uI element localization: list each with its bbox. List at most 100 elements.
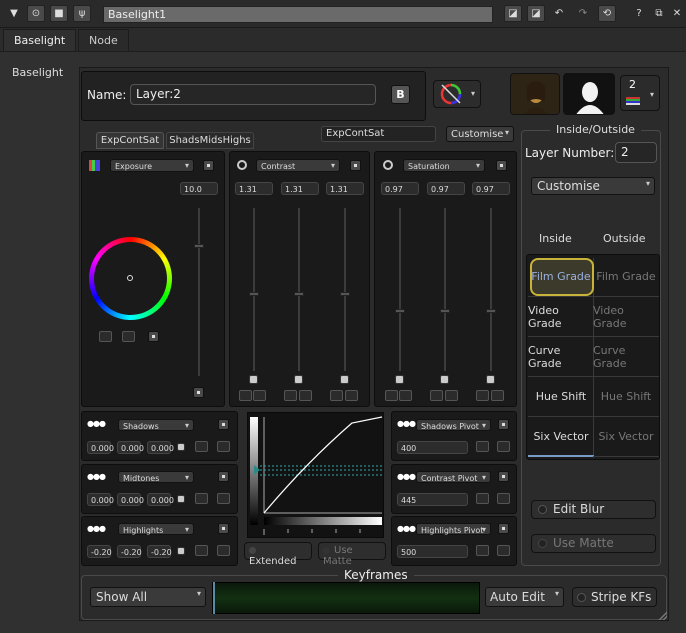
midtones-knob[interactable] [177,495,185,503]
contrast-value-g[interactable]: 1.31 [281,182,319,195]
key-icon[interactable] [330,390,343,401]
color-wheel-cursor[interactable] [127,275,133,281]
midtones-value-b[interactable]: 0.000 [147,493,174,506]
contrast-handle-r[interactable] [249,292,259,296]
contrast-knob-r[interactable] [249,375,258,384]
saturation-slider-r[interactable] [399,208,401,371]
contrast-knob-g[interactable] [294,375,303,384]
mix-alt-icon[interactable]: ◪ [527,5,545,22]
highlights-pivot-dropdown[interactable]: Highlights Pivot [416,523,491,535]
shadows-value-g[interactable]: 0.000 [117,441,144,454]
key-icon[interactable] [195,441,208,452]
contrast-value-b[interactable]: 1.31 [326,182,364,195]
contrast-knob-b[interactable] [340,375,349,384]
saturation-knob-r[interactable] [395,375,404,384]
redo-icon[interactable]: ↷ [574,5,592,22]
saturation-value-b[interactable]: 0.97 [472,182,510,195]
key-icon[interactable] [195,545,208,556]
layer-count-dropdown[interactable]: 2 ▾ [620,75,660,111]
graph-icon[interactable] [217,441,230,452]
layer-number-input[interactable]: 2 [615,142,657,163]
film-grade-inside[interactable]: Film Grade [528,257,594,297]
extended-toggle[interactable]: Extended [244,542,312,567]
reset-icon[interactable] [193,387,204,398]
reset-icon[interactable] [498,419,509,430]
graph-icon[interactable] [299,390,312,401]
saturation-handle-g[interactable] [440,309,450,313]
key-icon[interactable] [99,331,112,342]
saturation-slider-g[interactable] [444,208,446,371]
shadows-pivot-dropdown[interactable]: Shadows Pivot [416,419,491,431]
graph-icon[interactable] [217,545,230,556]
curve-use-matte-toggle[interactable]: Use Matte [318,542,386,567]
group-name-field[interactable]: ExpContSat [321,126,436,142]
contrast-pivot-dropdown[interactable]: Contrast Pivot [416,471,491,483]
contrast-slider-b[interactable] [344,208,346,371]
auto-edit-dropdown[interactable]: Auto Edit [485,587,564,607]
graph-icon[interactable] [497,545,510,556]
graph-icon[interactable] [497,441,510,452]
shadows-dropdown[interactable]: Shadows [118,419,194,431]
image-thumbnail-button[interactable] [510,73,560,115]
highlights-value-g[interactable]: -0.20 [117,545,142,558]
show-all-dropdown[interactable]: Show All [90,587,206,607]
reset-icon[interactable] [218,471,229,482]
collapse-arrow-icon[interactable]: ▼ [5,5,23,22]
contrast-slider-r[interactable] [253,208,255,371]
inout-use-matte-toggle[interactable]: Use Matte [531,534,656,553]
contrast-handle-g[interactable] [294,292,304,296]
contrast-value-r[interactable]: 1.31 [235,182,273,195]
tab-baselight[interactable]: Baselight [3,29,77,51]
grade-type-dropdown[interactable]: ▾ [433,80,481,108]
key-icon[interactable] [284,390,297,401]
resize-grip-icon[interactable] [657,610,667,620]
mix-icon[interactable]: ◪ [504,5,522,22]
key-icon[interactable] [385,390,398,401]
tab-node[interactable]: Node [78,29,129,51]
saturation-knob-g[interactable] [440,375,449,384]
edit-blur-toggle[interactable]: Edit Blur [531,500,656,519]
reset-icon[interactable] [498,523,509,534]
view-node-icon[interactable]: ⊙ [27,5,45,22]
tab-shadsmidshighs[interactable]: ShadsMidsHighs [166,132,254,149]
saturation-handle-b[interactable] [486,309,496,313]
tab-expcontsat[interactable]: ExpContSat [96,132,164,149]
customise-dropdown[interactable]: Customise [446,126,514,142]
key-icon[interactable] [476,493,489,504]
settings-icon[interactable]: ψ [73,5,91,22]
shadows-value-b[interactable]: 0.000 [147,441,174,454]
highlights-value-r[interactable]: -0.20 [87,545,112,558]
saturation-knob-b[interactable] [486,375,495,384]
reset-icon[interactable] [350,160,361,171]
reset-icon[interactable] [203,160,214,171]
saturation-value-r[interactable]: 0.97 [381,182,419,195]
highlights-pivot-value[interactable]: 500 [397,545,468,558]
timeline-playhead[interactable] [213,582,215,614]
exposure-dropdown[interactable]: Exposure [110,159,194,172]
exposure-slider-handle[interactable] [194,244,204,248]
midtones-dropdown[interactable]: Midtones [118,471,194,483]
key-icon[interactable] [476,441,489,452]
more-icon[interactable]: ●●● [397,419,416,428]
b-button[interactable]: B [391,85,410,104]
hue-shift-inside[interactable]: Hue Shift [528,377,594,417]
undo-icon[interactable]: ↶ [550,5,568,22]
layer-name-input[interactable]: Layer:2 [130,84,376,105]
shadows-value-r[interactable]: 0.000 [87,441,114,454]
saturation-dropdown[interactable]: Saturation [403,159,485,172]
shadows-knob[interactable] [177,443,185,451]
key-icon[interactable] [430,390,443,401]
matte-thumbnail-button[interactable] [563,73,615,115]
curve-grade-inside[interactable]: Curve Grade [528,337,594,377]
revert-icon[interactable]: ⟲ [598,5,616,22]
node-name-field[interactable]: Baselight1 [103,6,493,23]
reset-icon[interactable] [218,523,229,534]
contrast-handle-b[interactable] [340,292,350,296]
film-grade-outside[interactable]: Film Grade [593,257,659,297]
tone-curve-graph[interactable] [247,412,384,538]
key-icon[interactable] [195,493,208,504]
graph-icon[interactable] [497,493,510,504]
more-icon[interactable]: ●●● [87,524,106,533]
highlights-value-b[interactable]: -0.20 [147,545,172,558]
more-icon[interactable]: ●●● [87,472,106,481]
